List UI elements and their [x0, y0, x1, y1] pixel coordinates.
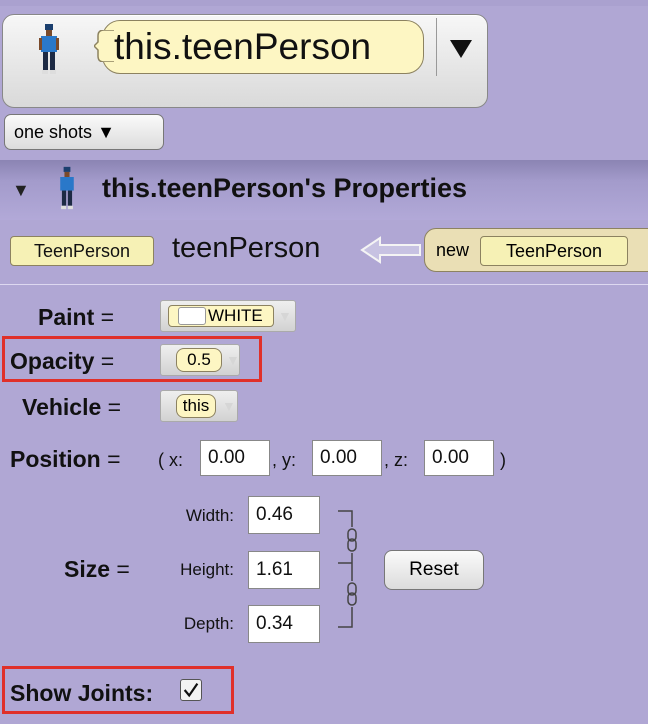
assign-arrow-icon	[360, 236, 421, 264]
new-keyword: new	[436, 240, 470, 260]
paint-value: WHITE	[208, 306, 263, 325]
chevron-down-icon: ▼	[222, 398, 236, 414]
show-joints-checkbox[interactable]	[180, 679, 202, 701]
chevron-down-icon: ▼	[278, 308, 292, 324]
vehicle-label: Vehicle =	[22, 394, 122, 420]
one-shots-button[interactable]: one shots ▼	[4, 114, 164, 150]
width-label: Width:	[185, 506, 234, 525]
opacity-label: Opacity =	[10, 348, 115, 374]
height-label: Height:	[180, 560, 234, 579]
type-tile[interactable]: TeenPerson	[10, 236, 154, 266]
position-z-sep: , z:	[384, 450, 409, 470]
person-icon	[60, 166, 74, 210]
chevron-down-icon: ▼	[97, 122, 115, 142]
chevron-down-icon: ▼	[226, 352, 240, 368]
height-input[interactable]	[248, 551, 320, 589]
collapse-toggle-icon[interactable]: ▼	[12, 180, 30, 201]
position-y-sep: , y:	[272, 450, 297, 470]
reset-button[interactable]: Reset	[384, 550, 484, 590]
triangle-down-icon[interactable]	[444, 28, 478, 68]
tile-notch-icon	[94, 30, 114, 62]
separator	[0, 284, 648, 285]
chain-link-icon[interactable]	[336, 505, 366, 633]
position-open: ( x:	[158, 450, 183, 470]
depth-label: Depth:	[183, 614, 234, 633]
paint-label: Paint =	[38, 304, 115, 330]
field-name: teenPerson	[172, 232, 321, 264]
selector-divider	[436, 18, 437, 76]
one-shots-label: one shots	[14, 122, 93, 142]
width-input[interactable]	[248, 496, 320, 534]
color-swatch-icon	[178, 307, 206, 325]
instance-name: this.teenPerson	[114, 26, 372, 67]
checkmark-icon	[183, 683, 199, 698]
depth-input[interactable]	[248, 605, 320, 643]
position-label: Position =	[10, 446, 121, 472]
properties-title: this.teenPerson's Properties	[102, 173, 468, 203]
position-close: )	[500, 450, 506, 470]
person-icon	[39, 24, 59, 74]
show-joints-label: Show Joints:	[10, 680, 154, 706]
new-type-tile[interactable]: TeenPerson	[480, 236, 628, 266]
vehicle-value: this	[176, 394, 216, 418]
opacity-value: 0.5	[176, 348, 222, 372]
position-x-input[interactable]	[200, 440, 270, 476]
position-z-input[interactable]	[424, 440, 494, 476]
size-label: Size =	[64, 556, 130, 582]
position-y-input[interactable]	[312, 440, 382, 476]
top-strip	[0, 0, 648, 6]
